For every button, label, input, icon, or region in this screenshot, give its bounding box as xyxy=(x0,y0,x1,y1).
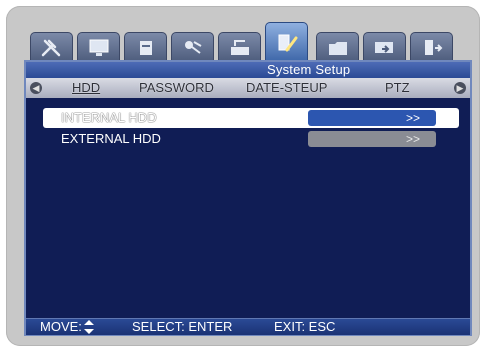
tab-password[interactable]: PASSWORD xyxy=(139,80,214,95)
camera-icon[interactable] xyxy=(171,32,214,62)
tab-hdd[interactable]: HDD xyxy=(72,80,100,95)
status-bar: MOVE: SELECT: ENTER EXIT: ESC xyxy=(26,318,470,335)
tools-icon[interactable] xyxy=(30,32,73,62)
status-exit: EXIT: ESC xyxy=(274,319,336,334)
status-select: SELECT: ENTER xyxy=(132,319,233,334)
external-hdd-enter-button[interactable]: >> xyxy=(308,131,436,147)
title-bar: System Setup xyxy=(26,62,470,78)
dvr-icon[interactable] xyxy=(124,32,167,62)
folder-icon[interactable] xyxy=(316,32,359,62)
system-setup-icon[interactable] xyxy=(265,22,308,62)
menu-screen: System Setup ◀ HDD PASSWORD DATE-STEUP P… xyxy=(24,60,472,336)
monitor-icon[interactable] xyxy=(77,32,120,62)
prev-tab-icon[interactable]: ◀ xyxy=(30,82,42,94)
menu-row-external-hdd[interactable]: EXTERNAL HDD >> xyxy=(43,129,459,149)
menu-row-internal-hdd[interactable]: INTERNAL HDD >> xyxy=(43,108,459,128)
up-down-arrow-icon xyxy=(84,320,94,334)
record-icon[interactable] xyxy=(218,32,261,62)
tab-ptz[interactable]: PTZ xyxy=(385,80,410,95)
next-tab-icon[interactable]: ▶ xyxy=(454,82,466,94)
tab-date-setup[interactable]: DATE-STEUP xyxy=(246,80,327,95)
row-label: INTERNAL HDD xyxy=(61,110,157,125)
network-icon[interactable] xyxy=(363,32,406,62)
subtab-bar: ◀ HDD PASSWORD DATE-STEUP PTZ ▶ xyxy=(26,78,470,98)
menu-title: System Setup xyxy=(267,62,351,77)
internal-hdd-enter-button[interactable]: >> xyxy=(308,110,436,126)
exit-door-icon[interactable] xyxy=(410,32,453,62)
status-move: MOVE: xyxy=(40,319,82,334)
icon-tab-bar xyxy=(30,22,462,62)
row-label: EXTERNAL HDD xyxy=(61,131,161,146)
